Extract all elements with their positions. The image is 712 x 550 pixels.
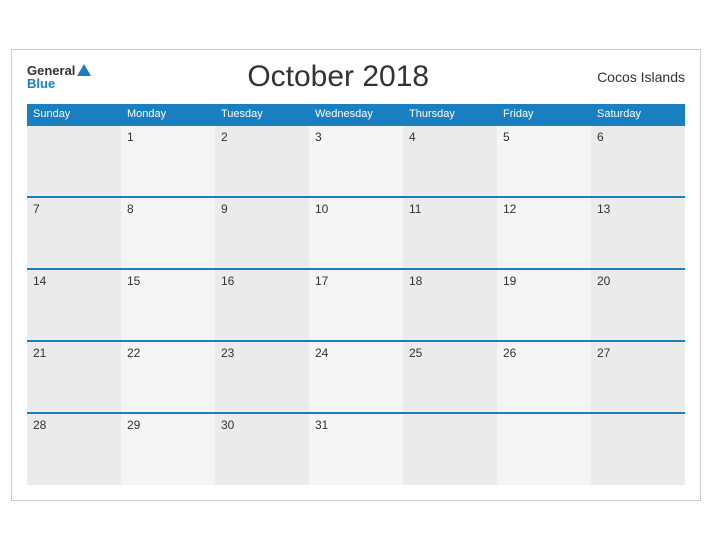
calendar-cell: 20 [591,269,685,341]
week-row-0: 123456 [27,125,685,197]
calendar-cell: 13 [591,197,685,269]
calendar-cell: 6 [591,125,685,197]
calendar-cell [27,125,121,197]
calendar-cell: 14 [27,269,121,341]
calendar-grid: SundayMondayTuesdayWednesdayThursdayFrid… [27,104,685,485]
calendar-cell: 8 [121,197,215,269]
calendar-container: General Blue October 2018 Cocos Islands … [11,49,701,501]
calendar-cell: 25 [403,341,497,413]
day-header-thursday: Thursday [403,104,497,125]
calendar-cell: 5 [497,125,591,197]
calendar-cell: 31 [309,413,403,485]
day-header-friday: Friday [497,104,591,125]
calendar-cell [591,413,685,485]
calendar-cell: 29 [121,413,215,485]
calendar-cell: 7 [27,197,121,269]
week-row-1: 78910111213 [27,197,685,269]
calendar-cell: 23 [215,341,309,413]
calendar-cell: 3 [309,125,403,197]
day-header-wednesday: Wednesday [309,104,403,125]
calendar-cell: 15 [121,269,215,341]
calendar-cell: 24 [309,341,403,413]
calendar-cell: 28 [27,413,121,485]
calendar-cell: 17 [309,269,403,341]
day-header-tuesday: Tuesday [215,104,309,125]
week-row-3: 21222324252627 [27,341,685,413]
day-header-sunday: Sunday [27,104,121,125]
calendar-cell: 26 [497,341,591,413]
calendar-cell: 22 [121,341,215,413]
calendar-cell: 30 [215,413,309,485]
calendar-cell: 10 [309,197,403,269]
day-header-monday: Monday [121,104,215,125]
calendar-title: October 2018 [91,60,585,94]
calendar-thead: SundayMondayTuesdayWednesdayThursdayFrid… [27,104,685,125]
logo-triangle-icon [77,64,91,76]
day-header-row: SundayMondayTuesdayWednesdayThursdayFrid… [27,104,685,125]
calendar-cell [497,413,591,485]
calendar-cell: 27 [591,341,685,413]
logo: General Blue [27,64,91,90]
calendar-cell: 1 [121,125,215,197]
calendar-cell: 9 [215,197,309,269]
calendar-cell: 2 [215,125,309,197]
calendar-cell: 19 [497,269,591,341]
calendar-region: Cocos Islands [585,69,685,85]
week-row-4: 28293031 [27,413,685,485]
calendar-header: General Blue October 2018 Cocos Islands [27,60,685,94]
calendar-cell: 18 [403,269,497,341]
calendar-cell: 21 [27,341,121,413]
calendar-cell: 11 [403,197,497,269]
calendar-cell: 4 [403,125,497,197]
calendar-tbody: 1234567891011121314151617181920212223242… [27,125,685,485]
calendar-cell: 12 [497,197,591,269]
day-header-saturday: Saturday [591,104,685,125]
logo-blue-text: Blue [27,77,91,90]
calendar-cell: 16 [215,269,309,341]
week-row-2: 14151617181920 [27,269,685,341]
calendar-cell [403,413,497,485]
